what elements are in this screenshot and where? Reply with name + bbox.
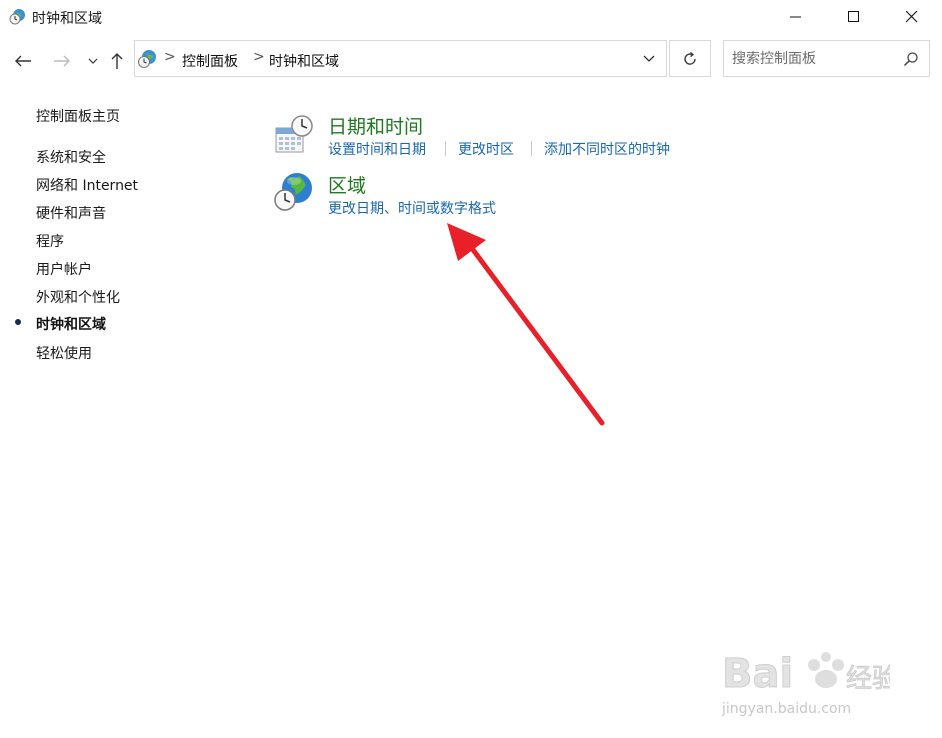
- baidu-logo: Bai 经验 jingyan.baidu.com: [721, 651, 898, 718]
- annotation-arrow: [447, 223, 605, 426]
- baidu-watermark: Bai 经验 jingyan.baidu.com: [718, 635, 898, 721]
- svg-text:Bai: Bai: [722, 651, 793, 697]
- svg-text:jingyan.baidu.com: jingyan.baidu.com: [721, 701, 851, 717]
- svg-text:经验: 经验: [846, 664, 890, 694]
